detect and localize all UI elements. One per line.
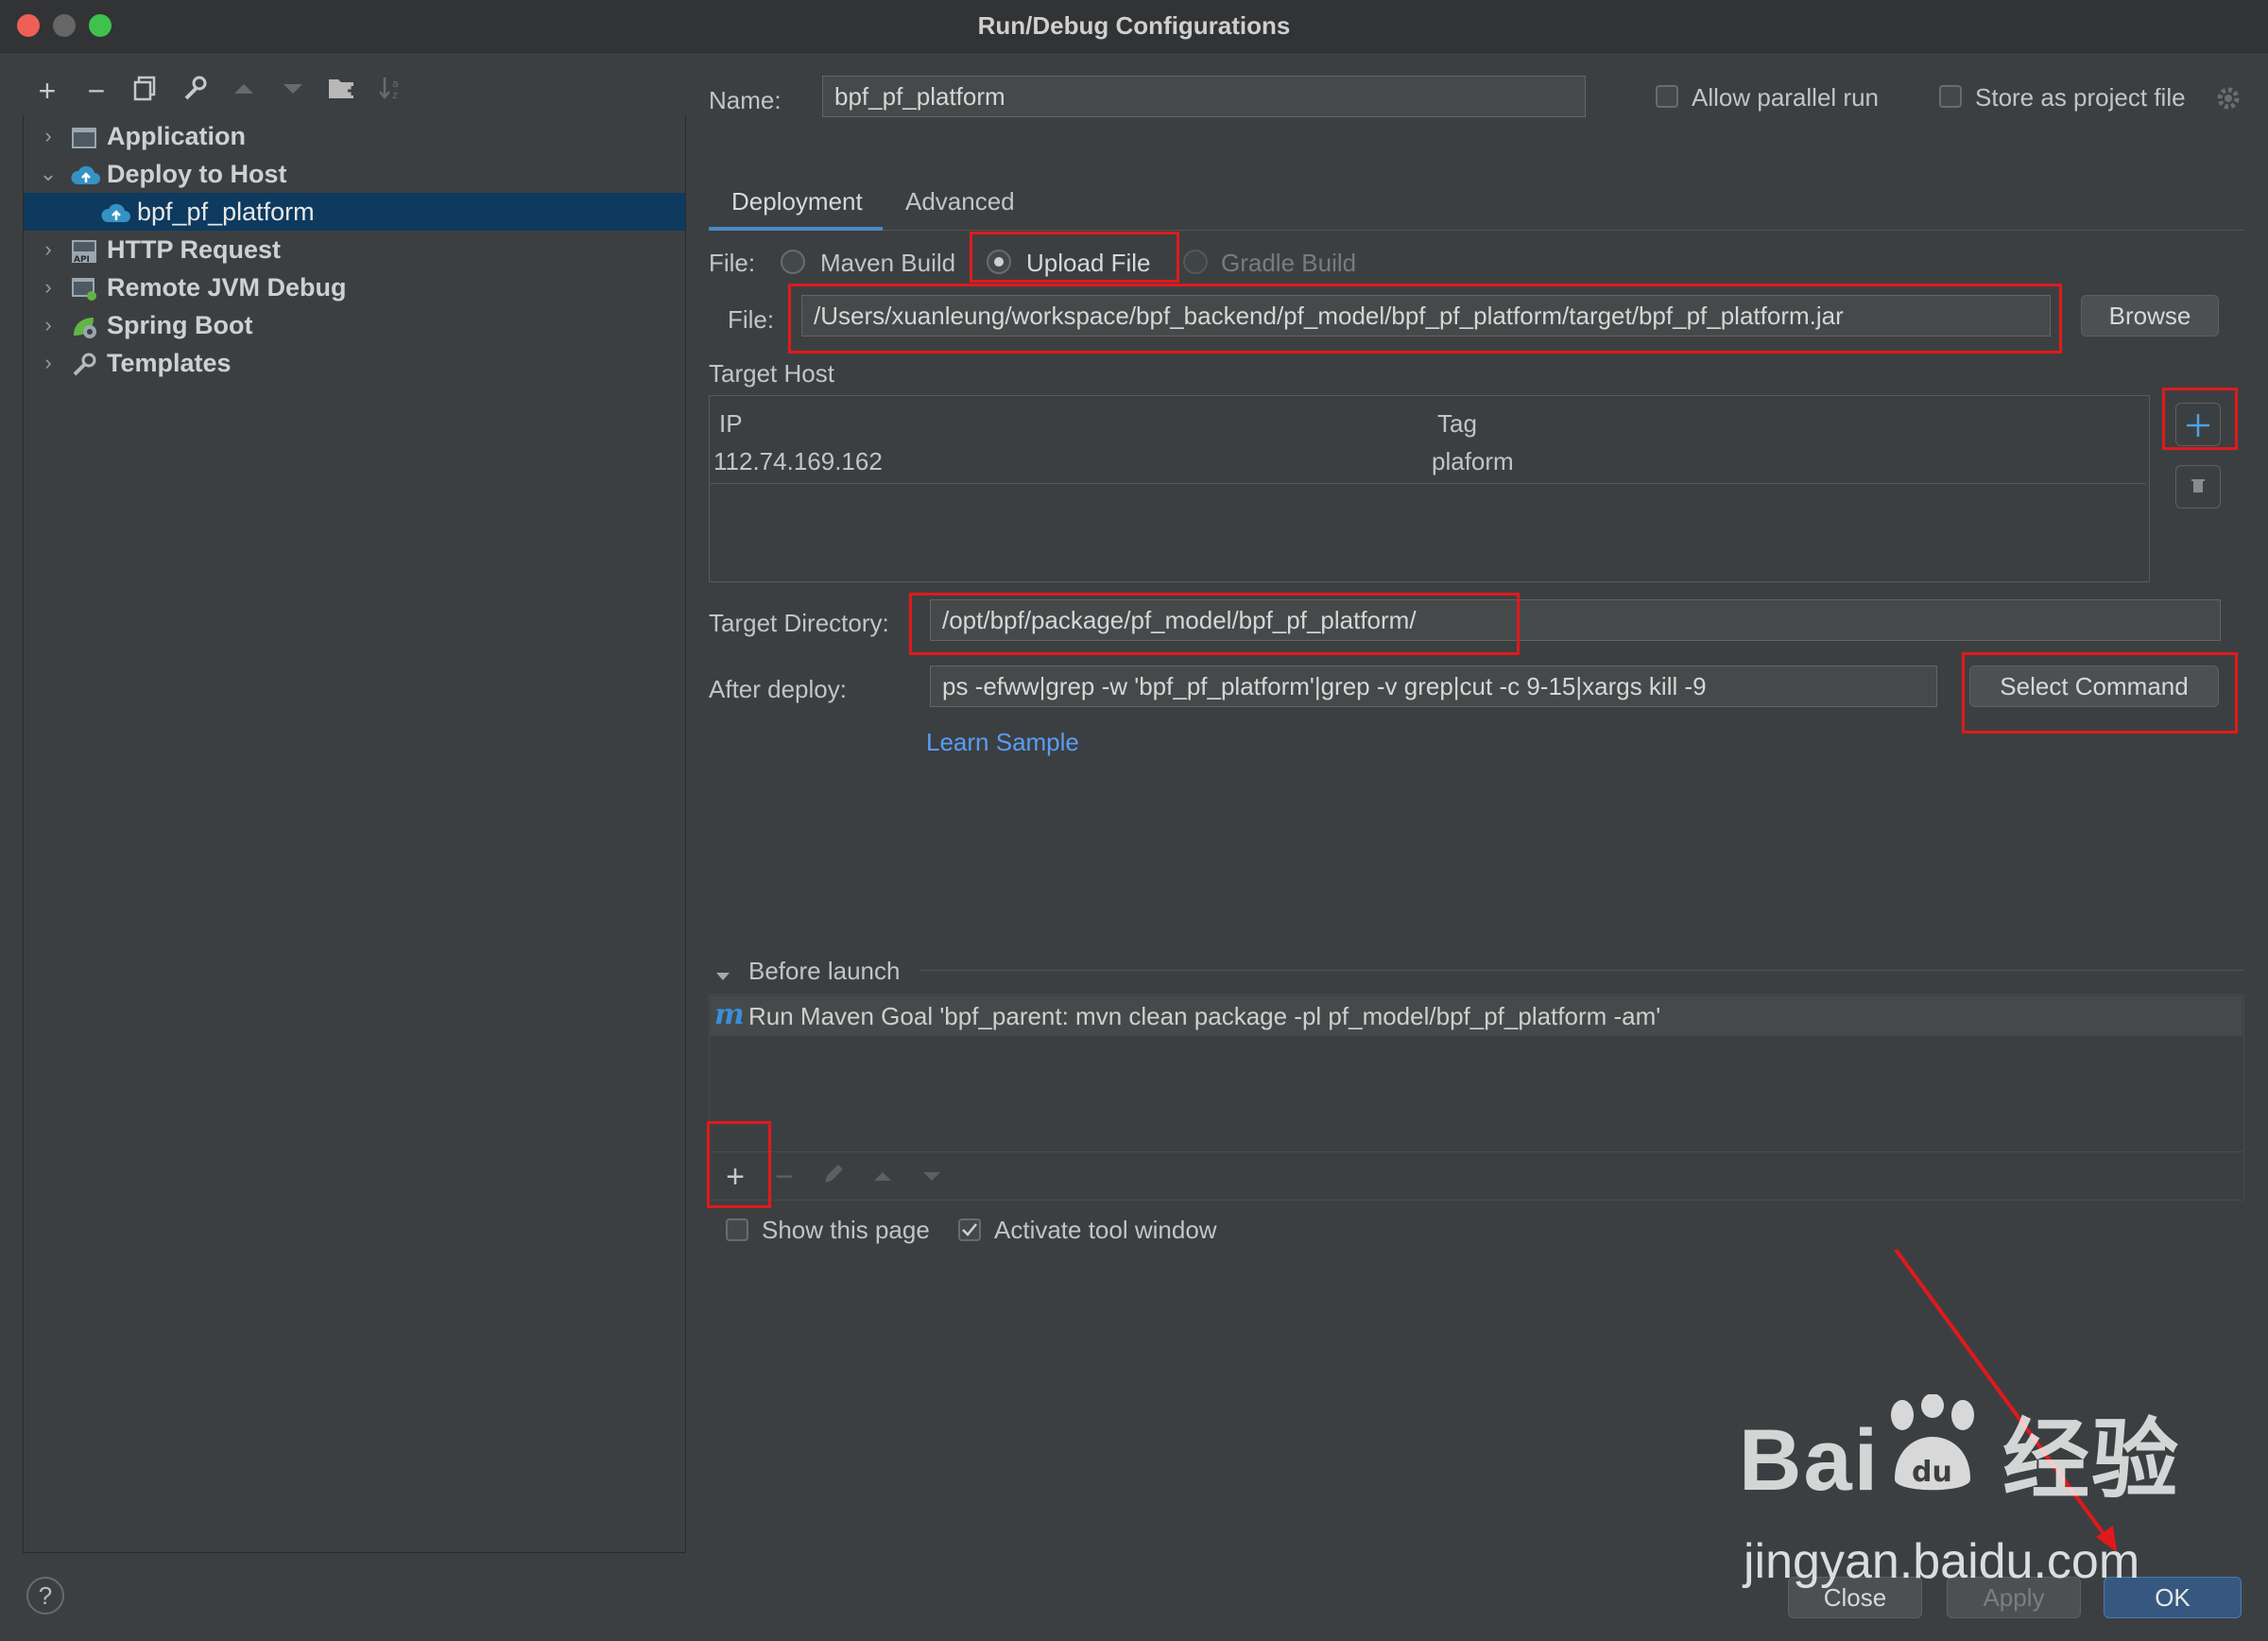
- api-icon: API: [71, 236, 99, 265]
- chevron-right-icon[interactable]: ›: [37, 344, 60, 382]
- tree-item-label: Deploy to Host: [107, 160, 287, 188]
- tree-item-bpf-pf-platform[interactable]: bpf_pf_platform: [24, 193, 685, 231]
- tree-item-remote-jvm-debug[interactable]: › Remote JVM Debug: [24, 268, 685, 306]
- after-deploy-field[interactable]: ps -efww|grep -w 'bpf_pf_platform'|grep …: [930, 665, 1937, 707]
- cloud-upload-icon: [101, 199, 130, 225]
- target-host-label: Target Host: [709, 359, 834, 388]
- tree-item-label: Remote JVM Debug: [107, 273, 347, 302]
- new-folder-icon[interactable]: [325, 74, 359, 108]
- window-title: Run/Debug Configurations: [977, 11, 1291, 40]
- tree-item-label: bpf_pf_platform: [137, 198, 315, 226]
- tree-item-application[interactable]: › Application: [24, 117, 685, 155]
- remove-icon[interactable]: −: [765, 1158, 803, 1196]
- tree-item-spring-boot[interactable]: › Spring Boot: [24, 306, 685, 344]
- sort-icon[interactable]: az: [374, 74, 408, 108]
- svg-text:du: du: [1912, 1456, 1952, 1489]
- baidu-watermark-url: jingyan.baidu.com: [1744, 1534, 2140, 1589]
- activate-tool-label: Activate tool window: [994, 1216, 1217, 1244]
- before-launch-toolbar: + −: [709, 1151, 2244, 1201]
- upload-file-label: Upload File: [1026, 249, 1151, 277]
- active-tab-indicator: [709, 227, 883, 231]
- maven-icon: m: [714, 998, 745, 1031]
- copy-icon[interactable]: [129, 74, 163, 108]
- column-header-tag: Tag: [1437, 409, 1477, 438]
- watermark-text: 经验: [2002, 1412, 2181, 1509]
- tree-item-templates[interactable]: › Templates: [24, 344, 685, 382]
- cloud-upload-icon: [71, 161, 100, 187]
- host-tag: plaform: [1432, 447, 1514, 475]
- maven-task-label: Run Maven Goal 'bpf_parent: mvn clean pa…: [748, 1002, 1661, 1030]
- target-directory-label: Target Directory:: [709, 609, 889, 637]
- svg-text:API: API: [74, 255, 90, 264]
- application-icon: [71, 123, 99, 149]
- show-page-label: Show this page: [762, 1216, 930, 1244]
- column-header-ip: IP: [719, 409, 743, 438]
- file-type-label: File:: [709, 249, 756, 277]
- activate-tool-checkbox[interactable]: [958, 1218, 981, 1241]
- collapse-triangle-icon[interactable]: [714, 962, 731, 980]
- move-up-icon[interactable]: [864, 1158, 902, 1196]
- allow-parallel-label: Allow parallel run: [1692, 83, 1879, 112]
- before-launch-title: Before launch: [748, 957, 901, 985]
- chevron-right-icon[interactable]: ›: [37, 268, 60, 306]
- tree-item-label: HTTP Request: [107, 235, 282, 264]
- name-label: Name:: [709, 86, 782, 114]
- host-ip: 112.74.169.162: [713, 447, 883, 475]
- file-label: File:: [728, 305, 775, 334]
- tree-item-deploy-to-host[interactable]: ⌄ Deploy to Host: [24, 155, 685, 193]
- edit-icon[interactable]: [815, 1158, 852, 1196]
- gear-icon[interactable]: [2215, 85, 2242, 112]
- before-launch-divider: [920, 970, 2245, 971]
- file-path-field[interactable]: /Users/xuanleung/workspace/bpf_backend/p…: [801, 295, 2051, 337]
- store-project-checkbox[interactable]: [1939, 85, 1962, 108]
- remote-debug-icon: [71, 274, 99, 301]
- tree-item-label: Application: [107, 122, 246, 150]
- svg-text:z: z: [392, 89, 398, 101]
- move-up-icon[interactable]: [227, 74, 261, 108]
- store-project-label: Store as project file: [1975, 83, 2186, 112]
- wrench-icon[interactable]: [178, 74, 212, 108]
- table-row[interactable]: 112.74.169.162 plaform: [710, 443, 2146, 484]
- help-button[interactable]: ?: [26, 1577, 64, 1615]
- add-icon[interactable]: +: [716, 1158, 754, 1196]
- tree-item-http-request[interactable]: › API HTTP Request: [24, 231, 685, 268]
- maven-build-label: Maven Build: [820, 249, 956, 277]
- chevron-right-icon[interactable]: ›: [37, 306, 60, 344]
- chevron-right-icon[interactable]: ›: [37, 231, 60, 268]
- tree-item-label: Spring Boot: [107, 311, 253, 339]
- add-host-button[interactable]: [2175, 403, 2221, 446]
- after-deploy-label: After deploy:: [709, 675, 847, 703]
- maven-build-radio[interactable]: [781, 250, 805, 274]
- allow-parallel-checkbox[interactable]: [1656, 85, 1678, 108]
- tabs-divider: [709, 230, 2244, 231]
- browse-button[interactable]: Browse: [2081, 295, 2219, 337]
- move-down-icon[interactable]: [913, 1158, 951, 1196]
- watermark-text: Bai: [1739, 1412, 1881, 1509]
- tab-deployment[interactable]: Deployment: [731, 187, 863, 216]
- target-host-table: IP Tag 112.74.169.162 plaform: [709, 395, 2150, 582]
- select-command-button[interactable]: Select Command: [1969, 665, 2219, 707]
- remove-icon[interactable]: −: [79, 74, 113, 108]
- delete-host-button[interactable]: [2175, 465, 2221, 509]
- move-down-icon[interactable]: [276, 74, 310, 108]
- gradle-build-radio[interactable]: [1183, 250, 1208, 274]
- show-page-checkbox[interactable]: [726, 1218, 748, 1241]
- title-bar: Run/Debug Configurations: [0, 0, 2268, 53]
- baidu-paw-logo: du: [1891, 1394, 1974, 1491]
- list-item[interactable]: m Run Maven Goal 'bpf_parent: mvn clean …: [711, 996, 2242, 1036]
- tree-item-label: Templates: [107, 349, 232, 377]
- gradle-build-label: Gradle Build: [1221, 249, 1357, 277]
- wrench-icon: [71, 350, 99, 376]
- tab-advanced[interactable]: Advanced: [905, 187, 1015, 216]
- learn-sample-link[interactable]: Learn Sample: [926, 728, 1079, 757]
- configuration-tree: › Application ⌄ Deploy to Host bpf_pf_pl…: [23, 115, 686, 1553]
- chevron-down-icon[interactable]: ⌄: [37, 155, 60, 193]
- add-icon[interactable]: +: [30, 74, 64, 108]
- target-directory-field[interactable]: /opt/bpf/package/pf_model/bpf_pf_platfor…: [930, 599, 2221, 641]
- chevron-right-icon[interactable]: ›: [37, 117, 60, 155]
- spring-boot-icon: [71, 312, 99, 338]
- name-field[interactable]: bpf_pf_platform: [822, 76, 1586, 117]
- upload-file-radio[interactable]: [987, 250, 1011, 274]
